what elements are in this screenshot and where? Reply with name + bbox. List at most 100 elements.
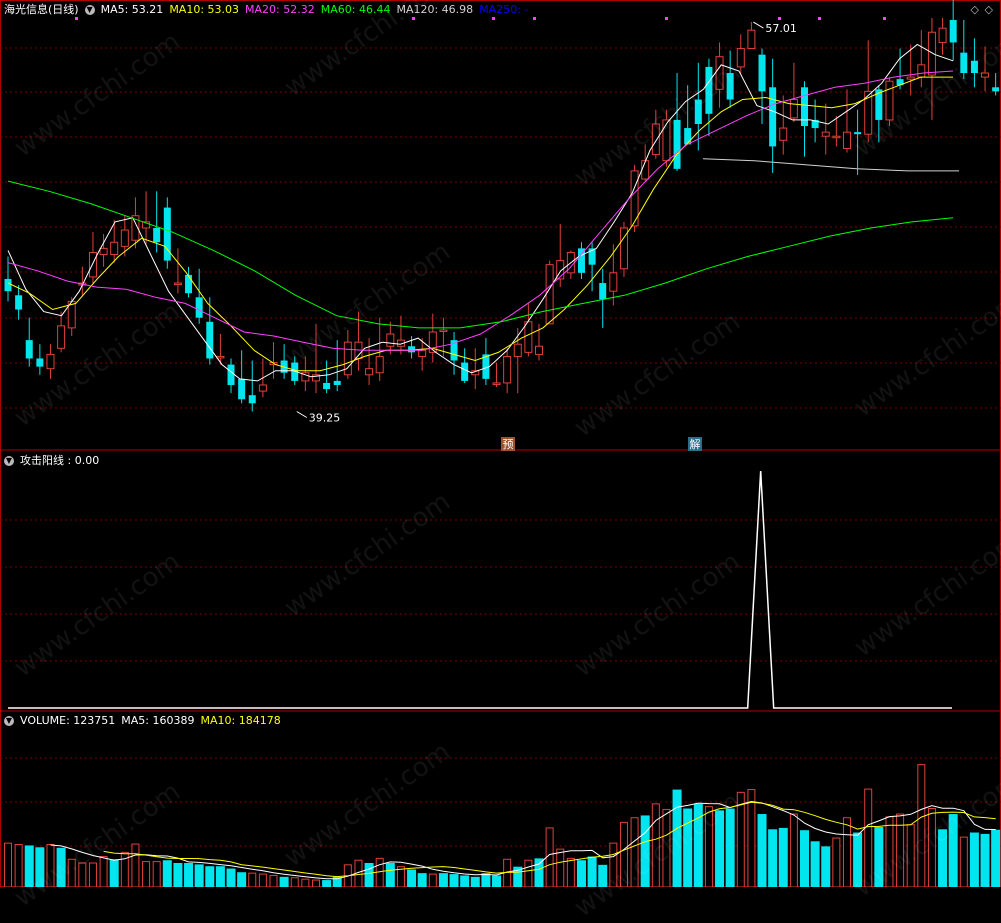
candle-body — [173, 282, 182, 286]
candle-body — [153, 227, 161, 243]
candle-body — [195, 297, 203, 318]
scroll-right-icon[interactable]: ◇ — [985, 3, 993, 16]
volume-bar — [407, 869, 417, 887]
volume-bar — [938, 829, 948, 887]
volume-bar — [566, 857, 575, 887]
candle-body — [938, 27, 947, 43]
ma-legend-item: MA120: 46.98 — [396, 3, 474, 16]
candle-body — [694, 99, 702, 124]
volume-bar — [428, 873, 437, 887]
candle-body — [779, 127, 788, 141]
candle-body — [216, 355, 225, 359]
candle-body — [110, 241, 119, 255]
collapse-icon[interactable]: ▼ — [4, 716, 14, 726]
volume-bar — [842, 817, 851, 887]
volume-bar — [821, 846, 831, 887]
volume-bar — [640, 815, 650, 887]
marker-yu: 预 — [503, 438, 514, 451]
volume-bar — [576, 860, 586, 887]
collapse-icon[interactable]: ▼ — [4, 456, 14, 466]
high-label: 57.01 — [765, 22, 797, 35]
signal-dot — [665, 17, 668, 20]
volume-bar — [481, 873, 491, 887]
volume-bar — [683, 808, 693, 887]
volume-bar — [524, 859, 533, 887]
volume-bar — [619, 821, 628, 887]
scroll-left-icon[interactable]: ◇ — [971, 3, 979, 16]
volume-legend-item: VOLUME: 123751 — [20, 714, 116, 727]
candle-body — [408, 346, 416, 353]
volume-bar — [800, 830, 809, 887]
volume-bar — [375, 857, 384, 887]
candle-body — [492, 382, 501, 385]
volume-bar — [24, 845, 34, 887]
volume-bar — [948, 814, 958, 887]
volume-bar — [556, 848, 565, 887]
volume-bar — [109, 859, 119, 887]
candle-body — [641, 160, 650, 180]
volume-bar — [534, 858, 544, 887]
volume-bar — [184, 862, 194, 887]
volume-bar — [598, 864, 608, 887]
volume-bar — [67, 858, 76, 887]
volume-bar — [768, 829, 778, 887]
candle-body — [248, 395, 256, 404]
candle-body — [88, 251, 97, 278]
signal-dot — [778, 17, 781, 20]
candle-body — [832, 135, 841, 139]
candle-body — [15, 295, 23, 310]
volume-bar — [969, 832, 979, 887]
volume-bar — [417, 873, 427, 887]
volume-bar — [99, 856, 108, 887]
candle-body — [513, 343, 522, 357]
candle-body — [684, 128, 692, 145]
collapse-icon[interactable]: ▼ — [84, 5, 95, 15]
volume-bar — [258, 873, 267, 887]
candle-body — [821, 131, 830, 137]
volume-bar — [704, 806, 713, 887]
volume-bar — [662, 808, 671, 887]
volume-bar — [980, 833, 990, 887]
ma-legend-item: MA60: 46.44 — [320, 3, 391, 16]
volume-bar — [672, 789, 682, 887]
candle-body — [970, 60, 978, 74]
marker-jie: 解 — [690, 437, 701, 451]
low-label: 39.25 — [309, 411, 341, 424]
ma-legend-item: MA20: 52.32 — [245, 3, 315, 16]
candle-body — [36, 358, 44, 367]
volume-bar — [885, 816, 894, 887]
candle-body — [885, 80, 894, 121]
indicator-panel-header: ▼ 攻击阳线 : 0.00 — [4, 453, 105, 469]
volume-bar — [917, 764, 926, 887]
volume-bar — [46, 844, 55, 887]
volume-bar — [364, 862, 374, 887]
volume-bar — [152, 861, 161, 887]
candle-body — [524, 321, 533, 353]
candle-body — [758, 54, 766, 92]
volume-bar — [88, 862, 97, 887]
volume-panel-header: ▼ VOLUME: 123751 MA5: 160389 MA10: 184178 — [4, 713, 293, 729]
ma5-line — [7, 43, 954, 382]
candle-body — [981, 72, 990, 78]
signal-dot — [818, 17, 821, 20]
volume-legend-item: MA10: 184178 — [200, 714, 281, 727]
volume-bar — [651, 803, 660, 887]
volume-bar — [545, 827, 554, 887]
candle-body — [906, 76, 915, 80]
low-pointer — [296, 411, 307, 418]
volume-bar — [56, 847, 66, 887]
candle-body — [375, 355, 384, 374]
candle-body — [206, 321, 214, 359]
volume-bar — [78, 862, 87, 887]
volume-bar — [290, 877, 299, 887]
candle-body — [609, 272, 618, 292]
volume-bar — [194, 864, 204, 887]
candle-body — [927, 31, 936, 76]
ma-legend-item: MA10: 53.03 — [169, 3, 240, 16]
ma60-line — [7, 180, 954, 329]
volume-bar — [810, 841, 820, 887]
price-panel-header: 海光信息(日线) ▼ MA5: 53.21 MA10: 53.03 MA20: 52.3… — [4, 2, 540, 18]
volume-legend-item: MA5: 160389 — [121, 714, 195, 727]
volume-bar — [248, 872, 257, 887]
candle-body — [545, 264, 554, 325]
